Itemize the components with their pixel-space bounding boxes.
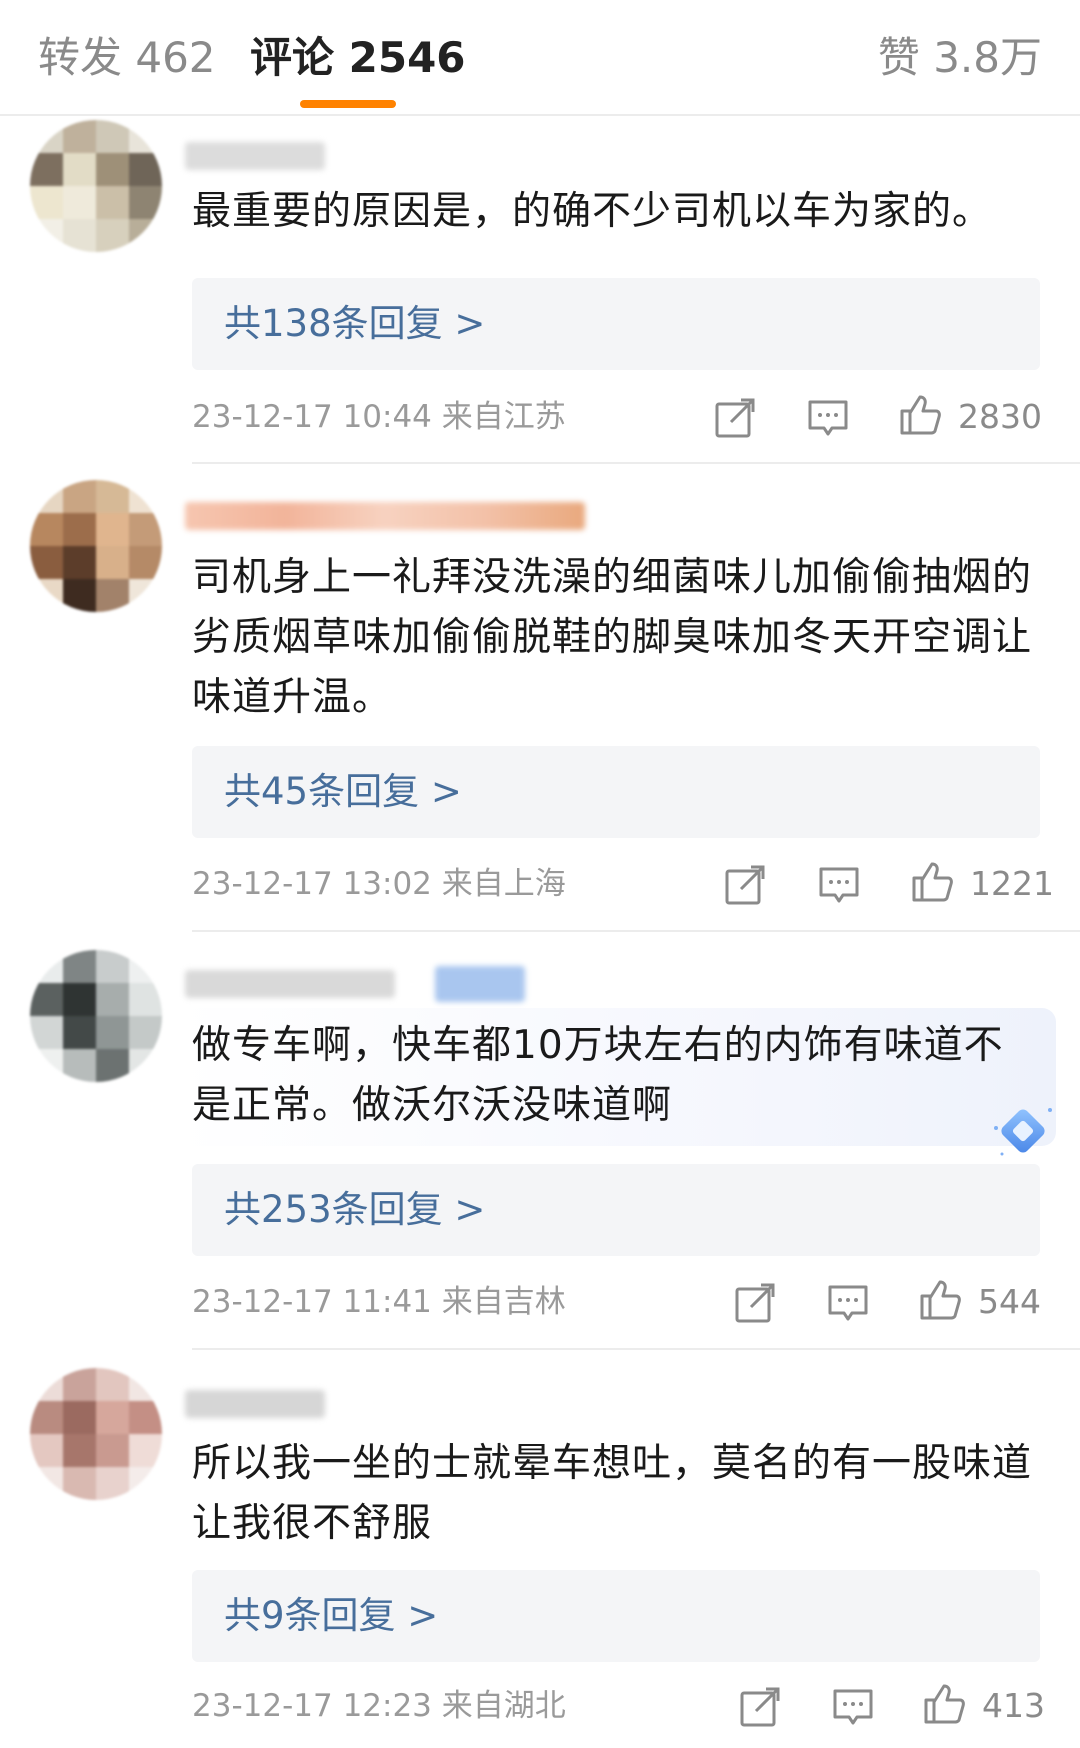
replies-label: 共138条回复 >: [224, 302, 486, 345]
comment-icon[interactable]: [831, 1685, 875, 1729]
comment-meta: 23-12-17 10:44 来自江苏: [192, 399, 566, 435]
share-icon[interactable]: [733, 1281, 777, 1325]
replies-link[interactable]: 共9条回复 >: [192, 1570, 1040, 1662]
comment-meta: 23-12-17 12:23 来自湖北: [192, 1688, 566, 1724]
replies-link[interactable]: 共45条回复 >: [192, 746, 1040, 838]
replies-label: 共253条回复 >: [224, 1188, 486, 1231]
divider: [192, 930, 1080, 932]
comment-tabs: 转发 462 评论 2546 赞 3.8万: [0, 0, 1080, 116]
username-blurred[interactable]: [185, 1390, 325, 1418]
username-blurred[interactable]: [185, 970, 395, 998]
share-icon[interactable]: [713, 396, 757, 440]
like-count: 544: [978, 1282, 1041, 1321]
comment-text: 所以我一坐的士就晕车想吐，莫名的有一股味道让我很不舒服: [192, 1441, 1033, 1546]
tab-reposts[interactable]: 转发 462: [38, 30, 216, 86]
comment-icon[interactable]: [817, 863, 861, 907]
divider: [192, 1348, 1080, 1350]
share-icon[interactable]: [723, 863, 767, 907]
user-badge-blurred: [435, 966, 525, 1002]
thumbs-up-icon[interactable]: [910, 860, 954, 904]
active-tab-indicator: [300, 100, 396, 108]
comment-icon[interactable]: [806, 396, 850, 440]
comment-icon[interactable]: [826, 1281, 870, 1325]
like-count: 2830: [958, 397, 1042, 436]
comment-text: 做专车啊，快车都10万块左右的内饰有味道不是正常。做沃尔沃没味道啊: [192, 1023, 1004, 1128]
avatar[interactable]: [30, 1368, 162, 1500]
avatar[interactable]: [30, 950, 162, 1082]
avatar[interactable]: [30, 480, 162, 612]
thumbs-up-icon[interactable]: [918, 1278, 962, 1322]
comment-meta: 23-12-17 11:41 来自吉林: [192, 1284, 566, 1320]
comment-text: 最重要的原因是，的确不少司机以车为家的。: [192, 189, 993, 234]
thumbs-up-icon[interactable]: [922, 1682, 966, 1726]
thumbs-up-icon[interactable]: [898, 393, 942, 437]
like-count: 1221: [970, 864, 1054, 903]
comment-meta: 23-12-17 13:02 来自上海: [192, 866, 566, 902]
replies-link[interactable]: 共253条回复 >: [192, 1164, 1040, 1256]
comment-text: 司机身上一礼拜没洗澡的细菌味儿加偷偷抽烟的劣质烟草味加偷偷脱鞋的脚臭味加冬天开空…: [192, 555, 1033, 720]
replies-link[interactable]: 共138条回复 >: [192, 278, 1040, 370]
username-blurred[interactable]: [185, 142, 325, 170]
username-blurred[interactable]: [185, 502, 585, 530]
like-count: 413: [982, 1686, 1045, 1725]
divider: [192, 462, 1080, 464]
avatar[interactable]: [30, 120, 162, 252]
tab-likes[interactable]: 赞 3.8万: [878, 30, 1042, 86]
share-icon[interactable]: [738, 1685, 782, 1729]
replies-label: 共45条回复 >: [224, 770, 462, 813]
tab-comments[interactable]: 评论 2546: [250, 30, 466, 86]
replies-label: 共9条回复 >: [224, 1594, 439, 1637]
diamond-badge-icon: [994, 1108, 1052, 1156]
